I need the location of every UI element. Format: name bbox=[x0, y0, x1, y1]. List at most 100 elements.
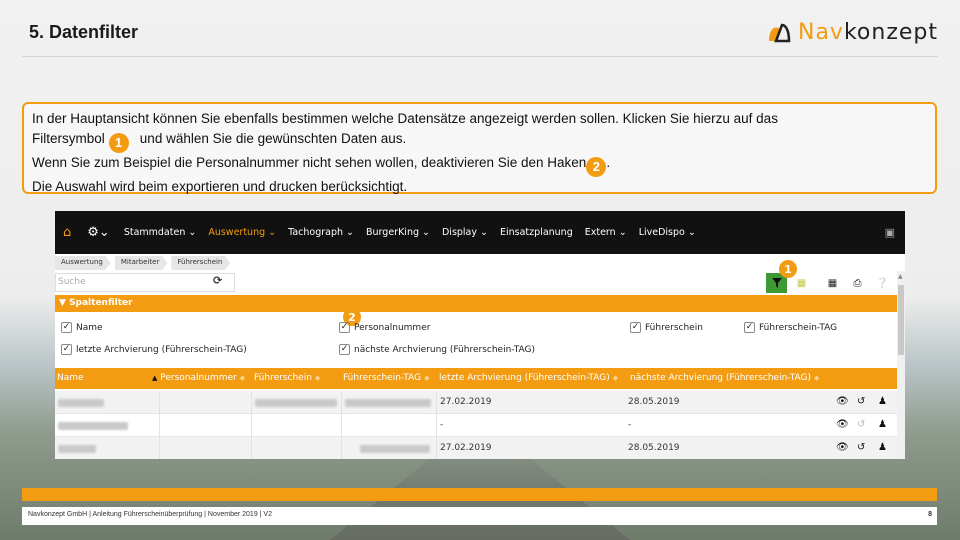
checkbox-name[interactable]: ✓ Name bbox=[61, 322, 103, 333]
column-header-letzte-archvierung[interactable]: letzte Archvierung (Führerschein-TAG) ◆ bbox=[439, 373, 618, 383]
logo-mark-icon bbox=[768, 23, 791, 42]
redacted-fuehrerschein-tag bbox=[345, 399, 431, 407]
table-row[interactable]: 27.02.2019 28.05.2019 👁 ↺ ♟ bbox=[55, 437, 897, 459]
nav-item-livedispo[interactable]: LiveDispo ⌄ bbox=[639, 227, 696, 238]
info-line-2: Filtersymbol 1 und wählen Sie die gewüns… bbox=[32, 129, 927, 153]
refresh-icon[interactable]: ⟳ bbox=[213, 274, 222, 287]
checkmark-icon: ✓ bbox=[630, 322, 641, 333]
redacted-name bbox=[58, 445, 96, 453]
cell-letzte-archvierung: 27.02.2019 bbox=[440, 443, 492, 453]
footer: Navkonzept GmbH | Anleitung Führerschein… bbox=[22, 507, 937, 525]
footer-text: Navkonzept GmbH | Anleitung Führerschein… bbox=[28, 511, 272, 518]
badge-1-app: 1 bbox=[779, 260, 797, 278]
cell-naechste-archvierung: - bbox=[628, 420, 632, 430]
nav-item-einsatzplanung[interactable]: Einsatzplanung bbox=[500, 227, 573, 238]
scroll-thumb[interactable] bbox=[898, 285, 904, 355]
checkbox-fuehrerschein-tag[interactable]: ✓ Führerschein-TAG bbox=[744, 322, 837, 333]
eye-icon[interactable]: 👁 bbox=[836, 419, 849, 430]
checkbox-fuehrerschein[interactable]: ✓ Führerschein bbox=[630, 322, 703, 333]
breadcrumb-auswertung[interactable]: Auswertung bbox=[55, 256, 111, 270]
title-divider bbox=[22, 56, 938, 57]
nav-item-display[interactable]: Display ⌄ bbox=[442, 227, 488, 238]
nav-item-burgerking[interactable]: BurgerKing ⌄ bbox=[366, 227, 430, 238]
info-box: In der Hauptansicht können Sie ebenfalls… bbox=[22, 102, 937, 194]
eye-icon[interactable]: 👁 bbox=[836, 442, 849, 453]
cell-naechste-archvierung: 28.05.2019 bbox=[628, 443, 680, 453]
cell-naechste-archvierung: 28.05.2019 bbox=[628, 397, 680, 407]
column-divider bbox=[159, 437, 160, 459]
column-header-naechste-archvierung[interactable]: nächste Archvierung (Führerschein-TAG) ◆ bbox=[630, 373, 819, 383]
column-divider bbox=[251, 391, 252, 414]
checkmark-icon: ✓ bbox=[744, 322, 755, 333]
column-header-fuehrerschein-tag[interactable]: Führerschein-TAG ◆ bbox=[343, 373, 430, 383]
badge-2: 2 bbox=[586, 157, 607, 177]
funnel-icon: ▼ bbox=[59, 298, 66, 308]
footer-accent-band bbox=[22, 488, 937, 501]
scroll-up-icon[interactable]: ▲ bbox=[898, 273, 903, 280]
info-line-1: In der Hauptansicht können Sie ebenfalls… bbox=[32, 111, 778, 126]
excel-export-icon[interactable]: ▦ bbox=[791, 273, 812, 293]
export-icon[interactable]: ▦ bbox=[822, 273, 843, 293]
redacted-name bbox=[58, 399, 104, 407]
eye-icon[interactable]: 👁 bbox=[836, 396, 849, 407]
history-icon[interactable]: ↺ bbox=[857, 396, 865, 407]
gear-icon[interactable]: ⚙⌄ bbox=[87, 225, 110, 240]
column-filter-header[interactable]: ▼ Spaltenfilter bbox=[55, 295, 897, 312]
column-divider bbox=[436, 391, 437, 414]
checkmark-icon: ✓ bbox=[339, 344, 350, 355]
checkbox-naechste-archvierung[interactable]: ✓ nächste Archvierung (Führerschein-TAG) bbox=[339, 344, 535, 355]
checkmark-icon: ✓ bbox=[61, 344, 72, 355]
scrollbar[interactable]: ▲ bbox=[897, 271, 905, 459]
breadcrumb-fuehrerschein[interactable]: Führerschein bbox=[171, 256, 231, 270]
column-divider bbox=[251, 437, 252, 459]
nav-item-auswertung[interactable]: Auswertung ⌄ bbox=[208, 227, 276, 238]
history-icon[interactable]: ↺ bbox=[857, 442, 865, 453]
redacted-fuehrerschein-tag bbox=[360, 445, 430, 453]
column-divider bbox=[436, 414, 437, 437]
column-filter-options: ✓ Name ✓ Personalnummer ✓ Führerschein ✓ Füh… bbox=[55, 312, 897, 367]
cell-letzte-archvierung: 27.02.2019 bbox=[440, 397, 492, 407]
breadcrumb-mitarbeiter[interactable]: Mitarbeiter bbox=[114, 256, 168, 270]
help-icon[interactable]: ❔ bbox=[872, 273, 893, 293]
toolbar: 1 ▦ ▦ ⎙ ❔ bbox=[762, 260, 893, 293]
navkonzept-logo: Navkonzept bbox=[766, 20, 938, 45]
redacted-name bbox=[58, 422, 128, 430]
column-header-personalnummer[interactable]: ▲ Personalnummer ◆ bbox=[149, 373, 245, 383]
info-line-4: Die Auswahl wird beim exportieren und dr… bbox=[32, 179, 408, 194]
breadcrumb: Auswertung Mitarbeiter Führerschein bbox=[55, 256, 234, 270]
info-line-3: Wenn Sie zum Beispiel die Personalnummer… bbox=[32, 153, 927, 177]
top-navigation: ⌂ ⚙⌄ Stammdaten ⌄ Auswertung ⌄ Tachograp… bbox=[55, 211, 905, 254]
table-row[interactable]: - - 👁 ↺ ♟ bbox=[55, 414, 897, 437]
nav-item-stammdaten[interactable]: Stammdaten ⌄ bbox=[124, 227, 197, 238]
search-input[interactable]: Suche bbox=[55, 273, 235, 292]
user-icon[interactable]: ♟ bbox=[878, 396, 887, 407]
print-icon[interactable]: ⎙ bbox=[847, 273, 868, 293]
column-header-fuehrerschein[interactable]: Führerschein ◆ bbox=[254, 373, 320, 383]
sort-icon: ◆ bbox=[424, 374, 430, 382]
slide-title: 5. Datenfilter bbox=[29, 22, 139, 42]
user-icon[interactable]: ♟ bbox=[878, 442, 887, 453]
home-icon[interactable]: ⌂ bbox=[63, 225, 71, 240]
table-row[interactable]: 27.02.2019 28.05.2019 👁 ↺ ♟ bbox=[55, 391, 897, 414]
column-divider bbox=[341, 437, 342, 459]
history-icon[interactable]: ↺ bbox=[857, 419, 865, 430]
sort-icon: ◆ bbox=[314, 374, 321, 382]
funnel-icon bbox=[771, 278, 782, 288]
sort-icon: ◆ bbox=[239, 374, 246, 382]
column-header-name[interactable]: Name bbox=[57, 373, 84, 383]
window-icon[interactable]: ▣ bbox=[885, 226, 895, 239]
redacted-fuehrerschein bbox=[255, 399, 337, 407]
cell-letzte-archvierung: - bbox=[440, 420, 444, 430]
column-divider bbox=[341, 414, 342, 437]
sort-asc-icon: ▲ bbox=[152, 374, 158, 382]
sort-icon: ◆ bbox=[813, 374, 820, 382]
app-screenshot: ⌂ ⚙⌄ Stammdaten ⌄ Auswertung ⌄ Tachograp… bbox=[55, 211, 905, 459]
nav-item-extern[interactable]: Extern ⌄ bbox=[585, 227, 627, 238]
user-icon[interactable]: ♟ bbox=[878, 419, 887, 430]
checkbox-letzte-archvierung[interactable]: ✓ letzte Archvierung (Führerschein-TAG) bbox=[61, 344, 247, 355]
checkbox-personalnummer[interactable]: ✓ Personalnummer bbox=[339, 322, 430, 333]
column-divider bbox=[251, 414, 252, 437]
nav-item-tachograph[interactable]: Tachograph ⌄ bbox=[288, 227, 354, 238]
badge-1: 1 bbox=[108, 133, 129, 153]
column-divider bbox=[159, 391, 160, 414]
